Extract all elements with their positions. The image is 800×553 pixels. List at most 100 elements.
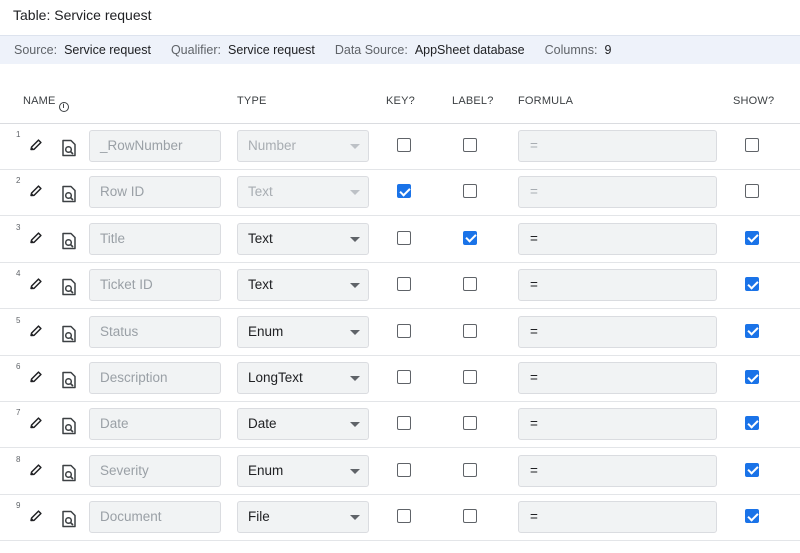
document-search-icon[interactable] xyxy=(61,510,77,528)
formula-field[interactable]: = xyxy=(518,130,717,162)
pencil-icon[interactable] xyxy=(29,138,43,152)
formula-field[interactable]: = xyxy=(518,454,717,487)
table-row: 2 Row ID Text = xyxy=(0,170,800,217)
show-checkbox[interactable] xyxy=(745,277,759,292)
column-type-select[interactable]: Text xyxy=(237,269,369,302)
key-checkbox[interactable] xyxy=(397,323,411,338)
formula-field[interactable]: = xyxy=(518,362,717,394)
table-row: 6 Description LongText = xyxy=(0,356,800,402)
label-checkbox[interactable] xyxy=(463,277,477,292)
document-search-icon[interactable] xyxy=(61,185,77,203)
formula-field[interactable]: = xyxy=(518,315,717,348)
formula-field[interactable]: = xyxy=(518,176,717,209)
column-type-value: Text xyxy=(248,230,273,246)
pencil-icon[interactable] xyxy=(29,184,43,198)
caret-down-icon xyxy=(350,329,360,335)
column-type-select[interactable]: File xyxy=(237,501,369,534)
label-checkbox[interactable] xyxy=(463,230,477,245)
key-checkbox[interactable] xyxy=(397,138,411,152)
label-checkbox[interactable] xyxy=(463,509,477,524)
column-name-field[interactable]: Document xyxy=(89,501,221,534)
formula-field[interactable]: = xyxy=(518,408,717,441)
table-row: 4 Ticket ID Text = xyxy=(0,263,800,310)
label-checkbox[interactable] xyxy=(463,416,477,431)
document-search-icon[interactable] xyxy=(61,464,77,482)
show-checkbox[interactable] xyxy=(745,416,759,431)
show-checkbox[interactable] xyxy=(745,184,759,199)
column-name-field[interactable]: Status xyxy=(89,315,221,348)
column-type-select[interactable]: Text xyxy=(237,176,369,209)
column-type-select[interactable]: Date xyxy=(237,408,369,441)
show-checkbox[interactable] xyxy=(745,370,759,384)
row-number: 8 xyxy=(16,454,21,464)
label-checkbox[interactable] xyxy=(463,323,477,338)
row-number: 1 xyxy=(16,130,21,139)
pencil-icon[interactable] xyxy=(29,509,43,523)
column-type-value: Text xyxy=(248,277,273,293)
document-search-icon[interactable] xyxy=(61,417,77,435)
document-search-icon[interactable] xyxy=(61,139,77,157)
column-type-value: File xyxy=(248,509,270,525)
column-type-select[interactable]: Enum xyxy=(237,454,369,487)
table-row: 8 Severity Enum = xyxy=(0,449,800,495)
document-search-icon[interactable] xyxy=(61,371,77,389)
datasource-label: Data Source: xyxy=(334,43,408,57)
pencil-icon[interactable] xyxy=(29,463,43,477)
column-name-field[interactable]: Ticket ID xyxy=(89,269,221,302)
formula-field[interactable]: = xyxy=(518,222,717,255)
label-checkbox[interactable] xyxy=(463,184,477,199)
table-row: 9 Document File = xyxy=(0,495,800,542)
label-checkbox[interactable] xyxy=(463,370,477,384)
column-type-select[interactable]: LongText xyxy=(237,362,369,394)
document-search-icon[interactable] xyxy=(61,232,77,250)
show-checkbox[interactable] xyxy=(745,323,759,338)
column-name-field[interactable]: Title xyxy=(89,222,221,255)
qualifier-label: Qualifier: xyxy=(170,43,221,57)
caret-down-icon xyxy=(350,190,360,196)
key-checkbox[interactable] xyxy=(397,230,411,245)
header-show: SHOW? xyxy=(733,95,775,107)
info-icon[interactable]: i xyxy=(58,102,69,112)
key-checkbox[interactable] xyxy=(397,509,411,524)
columns-value: 9 xyxy=(604,43,612,57)
key-checkbox[interactable] xyxy=(397,277,411,292)
show-checkbox[interactable] xyxy=(745,509,759,524)
key-checkbox[interactable] xyxy=(397,370,411,384)
pencil-icon[interactable] xyxy=(29,370,43,384)
document-search-icon[interactable] xyxy=(61,278,77,296)
key-checkbox[interactable] xyxy=(397,416,411,431)
column-type-select[interactable]: Enum xyxy=(237,315,369,348)
key-checkbox[interactable] xyxy=(397,184,411,199)
qualifier-value: Service request xyxy=(227,43,315,57)
show-checkbox[interactable] xyxy=(745,462,759,477)
row-number: 7 xyxy=(16,408,21,418)
column-name-field[interactable]: Description xyxy=(89,362,221,394)
column-type-select[interactable]: Number xyxy=(237,130,369,162)
pencil-icon[interactable] xyxy=(29,277,43,291)
caret-down-icon xyxy=(350,144,360,149)
header-key: KEY? xyxy=(386,95,415,107)
formula-field[interactable]: = xyxy=(518,269,717,302)
table-row: 1 _RowNumber Number = xyxy=(0,124,800,170)
key-checkbox[interactable] xyxy=(397,462,411,477)
label-checkbox[interactable] xyxy=(463,462,477,477)
column-name-field[interactable]: _RowNumber xyxy=(89,130,221,162)
show-checkbox[interactable] xyxy=(745,230,759,245)
datasource-value: AppSheet database xyxy=(414,43,525,57)
label-checkbox[interactable] xyxy=(463,138,477,152)
column-name-field[interactable]: Severity xyxy=(89,454,221,487)
column-name-field[interactable]: Row ID xyxy=(89,176,221,209)
column-type-select[interactable]: Text xyxy=(237,222,369,255)
header-name-wrap: NAME i xyxy=(23,95,69,112)
header-label: LABEL? xyxy=(452,95,494,107)
table-row: 7 Date Date = xyxy=(0,402,800,449)
formula-field[interactable]: = xyxy=(518,501,717,534)
column-header-row: NAME i TYPE KEY? LABEL? FORMULA SHOW? xyxy=(0,88,800,124)
show-checkbox[interactable] xyxy=(745,138,759,152)
document-search-icon[interactable] xyxy=(61,325,77,343)
column-type-value: LongText xyxy=(248,370,303,385)
pencil-icon[interactable] xyxy=(29,231,43,245)
pencil-icon[interactable] xyxy=(29,324,43,338)
pencil-icon[interactable] xyxy=(29,416,43,430)
column-name-field[interactable]: Date xyxy=(89,408,221,441)
